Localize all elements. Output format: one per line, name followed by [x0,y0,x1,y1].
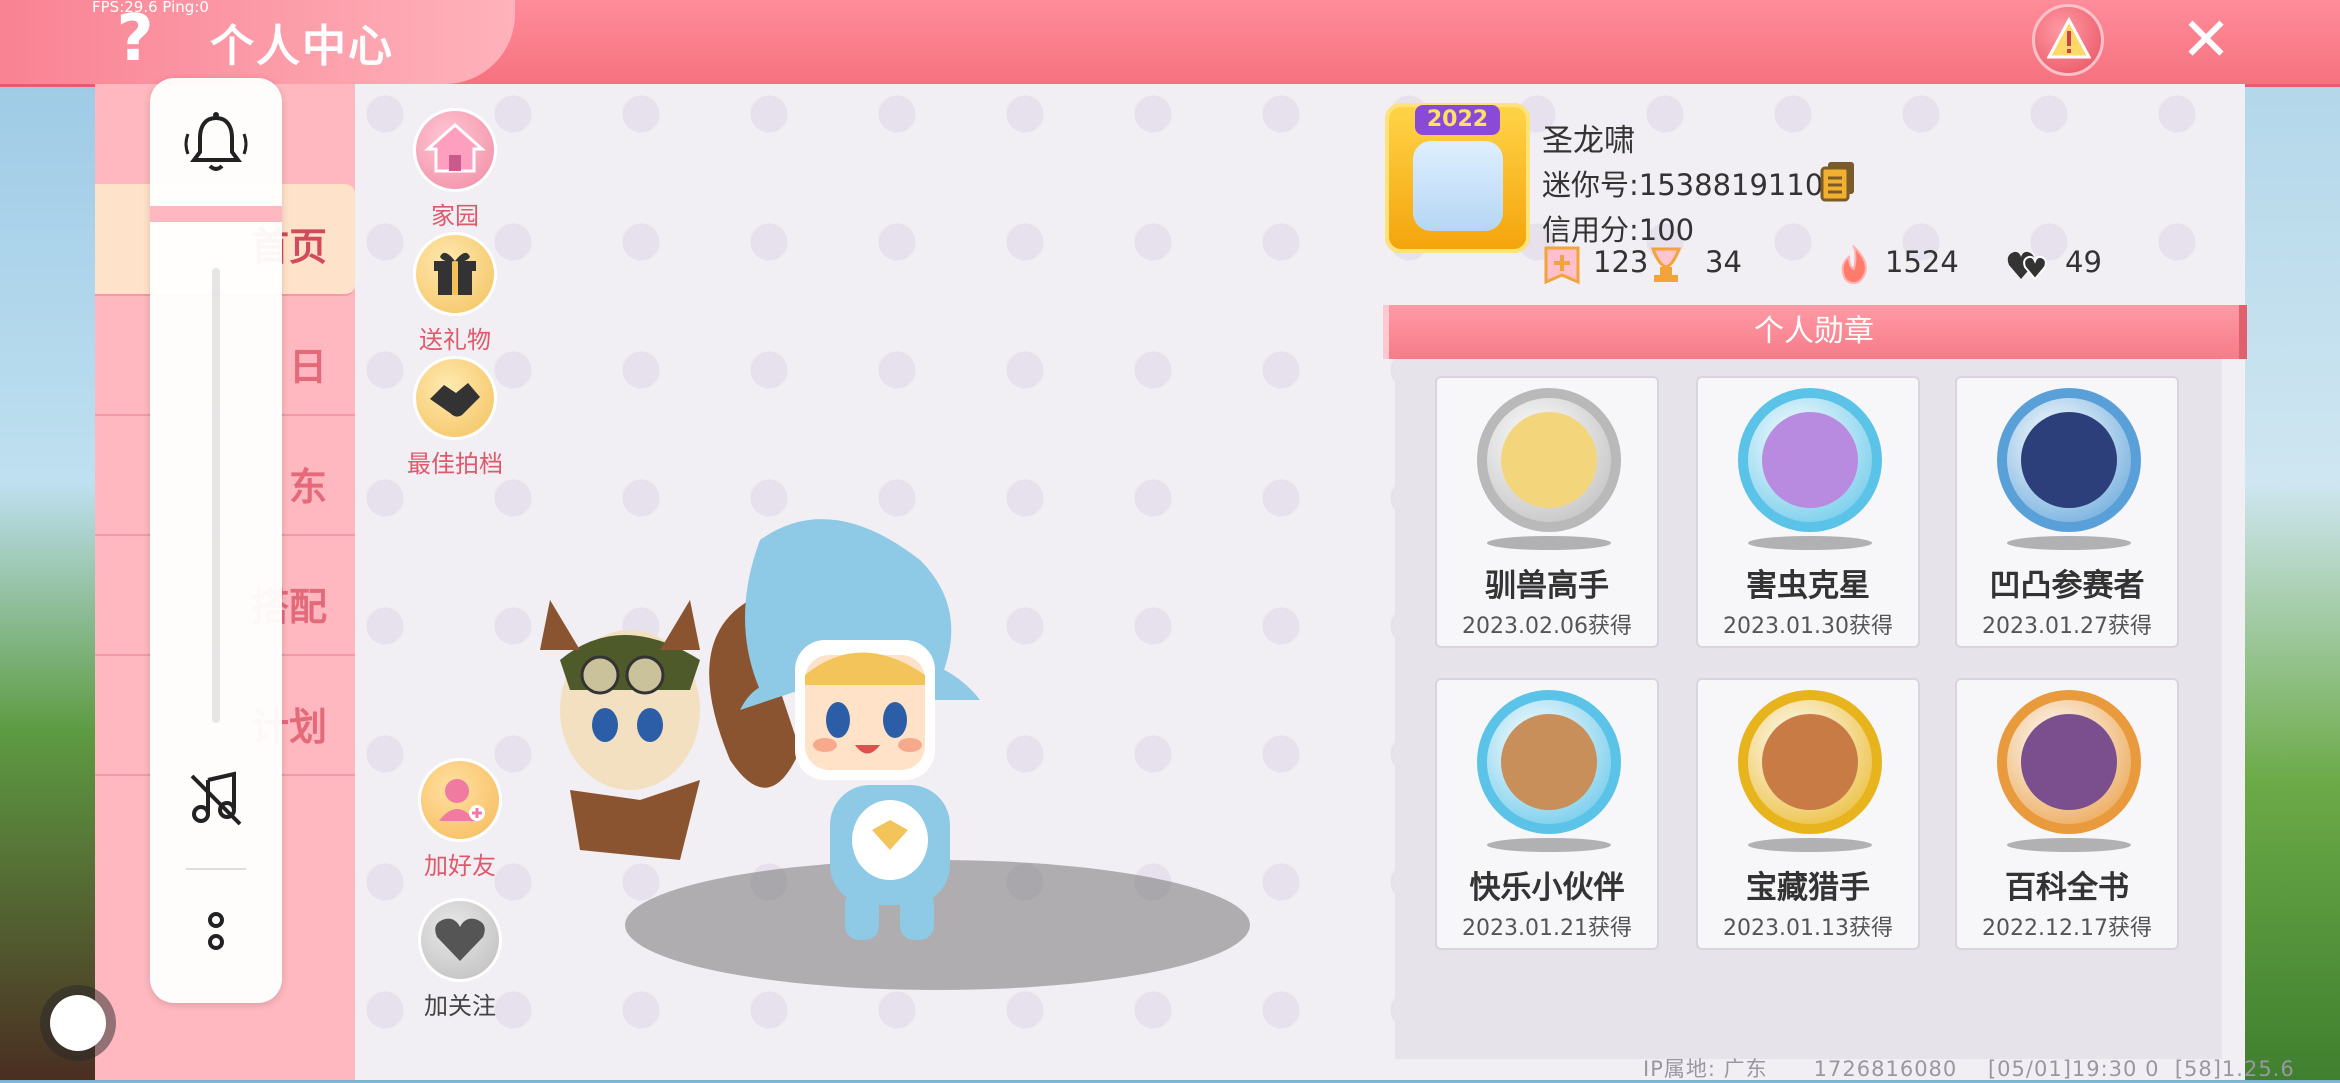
medal-name: 百科全书 [2005,870,2129,906]
medal-date: 2023.01.27获得 [1982,614,2152,639]
medal-card[interactable]: 宝藏猎手 2023.01.13获得 [1696,678,1920,950]
best-partner-button[interactable]: 最佳拍档 [400,356,510,479]
add-friend-button[interactable]: 加好友 [405,758,515,881]
game-background-left [0,84,95,1080]
footer-info: IP属地: 广东 1726816080 [05/01]19:30 0 [58]1… [1643,1053,2295,1083]
hearts-icon [2007,251,2047,281]
follow-button[interactable]: 加关注 [405,898,515,1021]
medal-stand [1748,536,1872,550]
warning-icon [2047,17,2091,59]
medal-stand [2007,838,2131,852]
heart-icon [418,898,502,982]
ip-location: IP属地: 广东 [1643,1057,1768,1081]
help-button[interactable]: ? [110,6,160,72]
medal-stand [1748,838,1872,852]
home-label: 家园 [431,202,479,230]
page-title: 个人中心 [210,21,394,72]
profile-avatar[interactable]: 2022 [1385,103,1530,253]
medal-name: 害虫克星 [1746,568,1870,604]
flame-icon [1841,245,1867,285]
medal-name: 快乐小伙伴 [1469,870,1625,906]
avatar-image [1413,141,1503,231]
joystick[interactable] [40,985,116,1061]
medal-date: 2023.01.13获得 [1723,916,1893,941]
medal-card[interactable]: 凹凸参赛者 2023.01.27获得 [1955,376,2179,648]
likes-count: 123 [1593,245,1649,279]
medal-icon [1997,388,2141,532]
medal-card[interactable]: 快乐小伙伴 2023.01.21获得 [1435,678,1659,950]
medal-icon [1477,388,1621,532]
gift-label: 送礼物 [419,326,491,354]
medal-date: 2023.01.21获得 [1462,916,1632,941]
medal-date: 2022.12.17获得 [1982,916,2152,941]
divider [186,868,246,870]
tab-label: 日 [288,345,327,389]
trophies-count: 34 [1705,245,1742,279]
player-character-avatar [540,519,980,940]
medal-date: 2023.01.30获得 [1723,614,1893,639]
home-button[interactable]: 家园 [400,108,510,231]
player-name: 圣龙啸 [1542,123,1635,159]
medal-stand [1487,536,1611,550]
tab-label: 东 [288,465,327,509]
trophy-icon [1650,247,1682,282]
add-friend-icon [418,758,502,842]
credit-score: 信用分:100 [1542,213,1695,247]
medal-stand [2007,536,2131,550]
close-button[interactable]: ✕ [2178,10,2234,70]
heat-count: 1524 [1885,245,1959,279]
best-partner-label: 最佳拍档 [407,450,503,478]
medal-date: 2023.02.06获得 [1462,614,1632,639]
copy-icon[interactable] [1818,160,1858,204]
volume-panel [150,78,282,1003]
top-bar: FPS:29.6 Ping:0 ? 个人中心 ✕ [0,0,2340,87]
medal-icon [1477,690,1621,834]
ring-bell-icon[interactable] [180,108,252,178]
medal-icon [1738,388,1882,532]
follow-label: 加关注 [424,992,496,1020]
music-off-icon[interactable] [186,768,246,828]
house-icon [413,108,497,192]
medal-name: 凹凸参赛者 [1989,568,2145,604]
medal-stand [1487,838,1611,852]
like-badge-icon [1544,246,1580,285]
mini-id: 迷你号:1538819110 [1542,168,1824,202]
gift-icon [413,232,497,316]
report-button[interactable] [2032,4,2104,76]
medal-card[interactable]: 百科全书 2022.12.17获得 [1955,678,2179,950]
version: [58]1.25.6 [2174,1057,2295,1081]
more-options-icon[interactable] [200,908,232,954]
medal-card[interactable]: 驯兽高手 2023.02.06获得 [1435,376,1659,648]
handshake-icon [413,356,497,440]
medal-icon [1738,690,1882,834]
medal-icon [1997,690,2141,834]
gift-button[interactable]: 送礼物 [400,232,510,355]
timestamp: [05/01]19:30 0 [1987,1057,2160,1081]
avatar-frame-year: 2022 [1415,105,1500,135]
add-friend-label: 加好友 [424,852,496,880]
game-background-right [2245,84,2340,1080]
uid: 1726816080 [1813,1057,1958,1081]
hearts-count: 49 [2065,245,2102,279]
medal-name: 宝藏猎手 [1746,870,1870,906]
medal-card[interactable]: 害虫克星 2023.01.30获得 [1696,376,1920,648]
medals-header: 个人勋章 [1383,305,2247,359]
volume-slider[interactable] [212,268,220,723]
divider [150,206,282,222]
medal-name: 驯兽高手 [1485,568,1609,604]
